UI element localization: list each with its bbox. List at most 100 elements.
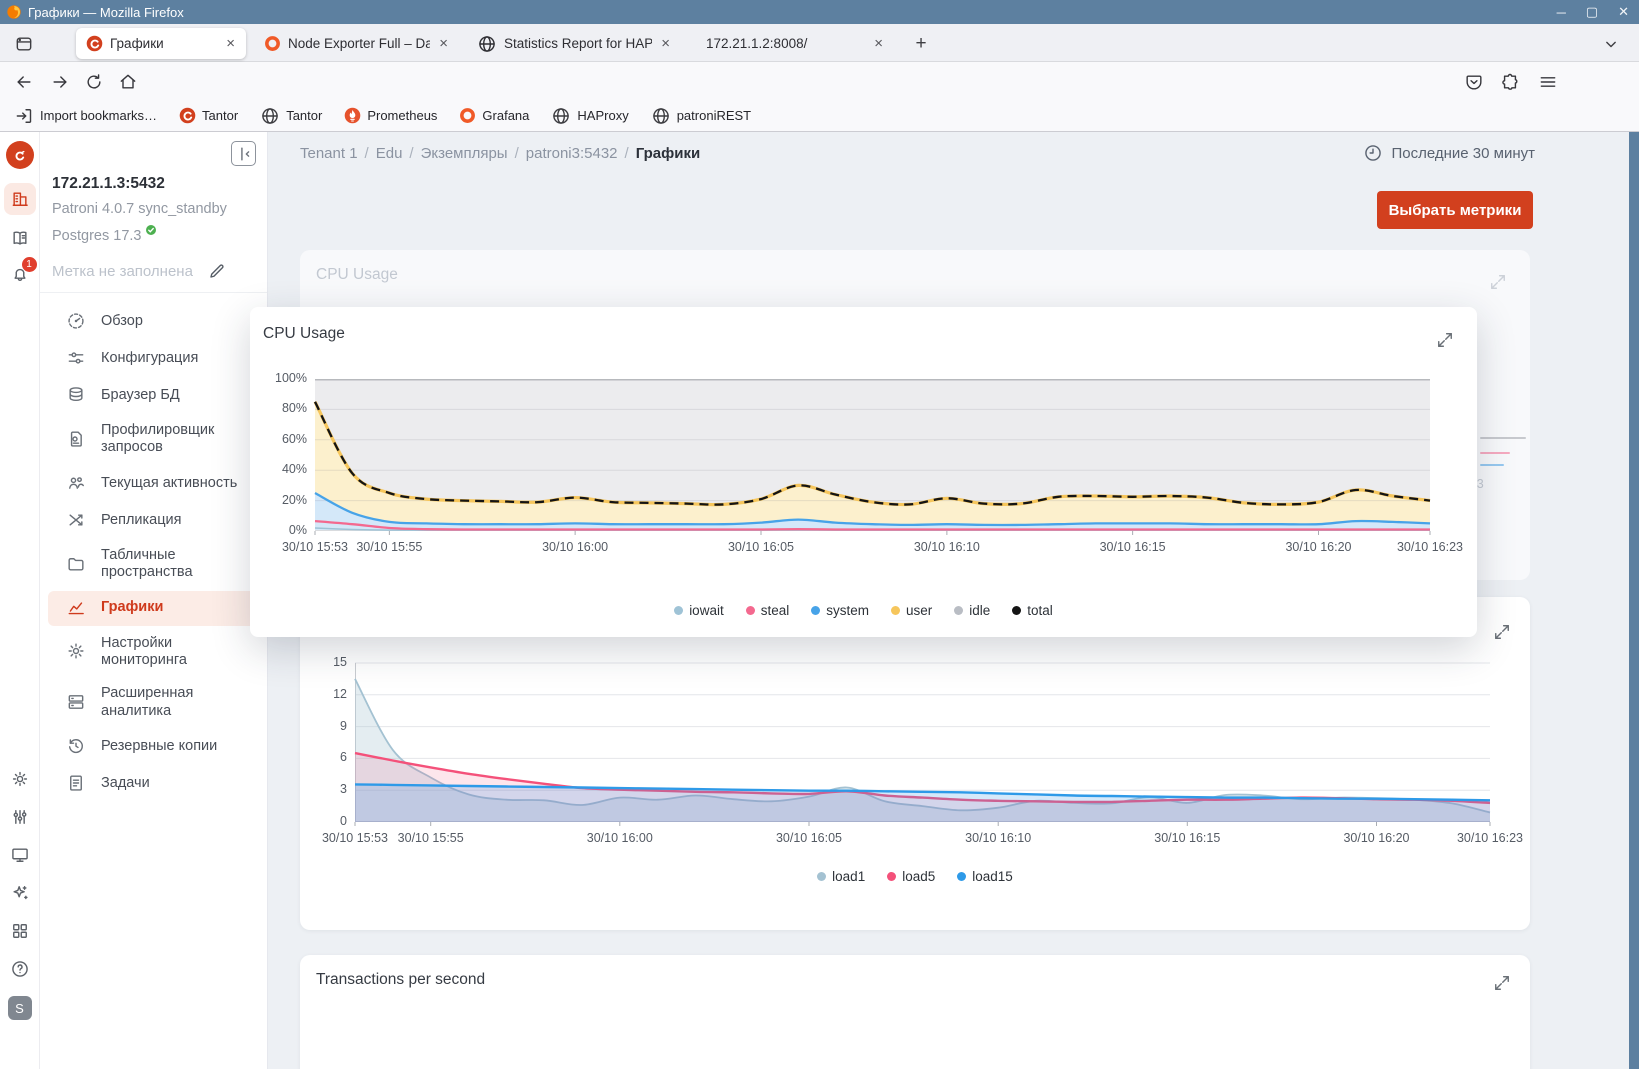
user-avatar[interactable]: S: [8, 996, 32, 1020]
y-axis-label: 20%: [255, 493, 307, 507]
sidebar-item-analytics[interactable]: Расширенная аналитика: [48, 678, 259, 727]
tab-close-button[interactable]: ×: [436, 35, 451, 52]
page-scrollbar[interactable]: [1629, 132, 1639, 1069]
tab-close-button[interactable]: ×: [223, 35, 238, 52]
bookmark-item[interactable]: Tantor: [179, 107, 238, 124]
sidebar-item-monitoring[interactable]: Настройки мониторинга: [48, 628, 259, 677]
sidebar-item-config[interactable]: Конфигурация: [48, 341, 259, 376]
firefox-view-button[interactable]: [10, 31, 38, 57]
bookmark-item[interactable]: Prometheus: [344, 107, 437, 124]
sidebar-item-database[interactable]: Браузер БД: [48, 378, 259, 413]
instance-label-placeholder: Метка не заполнена: [52, 263, 193, 280]
expand-icon[interactable]: [1492, 622, 1511, 641]
bell-icon[interactable]: 1: [10, 264, 30, 284]
load-average-chart[interactable]: [355, 663, 1490, 822]
breadcrumb-item[interactable]: Графики: [636, 145, 701, 162]
extensions-puzzle-icon[interactable]: [1497, 69, 1523, 95]
sidebar-item-activity[interactable]: Текущая активность: [48, 466, 259, 501]
legend-item-load1[interactable]: load1: [817, 869, 865, 884]
breadcrumb-item[interactable]: Экземпляры: [421, 145, 508, 162]
x-axis-label: 30/10 16:05: [776, 831, 842, 845]
book-icon[interactable]: [10, 228, 30, 248]
building-icon[interactable]: [4, 183, 36, 215]
cpu-usage-chart[interactable]: [315, 379, 1430, 531]
bookmark-item[interactable]: Import bookmarks…: [14, 106, 157, 126]
legend-dot: [891, 606, 900, 615]
sidebar-item-tablespace[interactable]: Табличные пространства: [48, 540, 259, 589]
sidebar-item-overview[interactable]: Обзор: [48, 304, 259, 339]
tab-strip: Графики× Node Exporter Full – Dash× Statis…: [0, 24, 1639, 62]
tantor-logo-icon[interactable]: [6, 141, 34, 169]
bookmark-label: Prometheus: [367, 108, 437, 123]
expand-icon[interactable]: [1488, 272, 1507, 291]
legend-item-user[interactable]: user: [891, 603, 932, 618]
sidebar-item-label: Задачи: [101, 775, 150, 792]
monitor-icon[interactable]: [10, 845, 30, 865]
tab-close-button[interactable]: ×: [871, 35, 886, 52]
sparkles-icon[interactable]: [10, 883, 30, 903]
menu-hamburger-icon[interactable]: [1535, 69, 1561, 95]
x-axis-label: 30/10 15:53: [282, 540, 348, 554]
x-axis-label: 30/10 15:53: [322, 831, 388, 845]
breadcrumb-item[interactable]: patroni3:5432: [526, 145, 618, 162]
time-range-selector[interactable]: Последние 30 минут: [1363, 143, 1535, 163]
new-tab-button[interactable]: +: [908, 31, 934, 57]
gear-icon[interactable]: [10, 769, 30, 789]
home-button[interactable]: [115, 69, 141, 95]
legend-item-iowait[interactable]: iowait: [674, 603, 724, 618]
bookmark-item[interactable]: Tantor: [260, 106, 322, 126]
breadcrumb-separator: /: [515, 145, 519, 162]
legend-item-idle[interactable]: idle: [954, 603, 990, 618]
sliders-v-icon[interactable]: [10, 807, 30, 827]
breadcrumb-separator: /: [365, 145, 369, 162]
browser-tab[interactable]: Statistics Report for HAPro ×: [467, 28, 681, 59]
expand-icon[interactable]: [1492, 973, 1511, 992]
sidebar: 172.21.1.3:5432 Patroni 4.0.7 sync_stand…: [40, 132, 268, 1069]
legend-item-steal[interactable]: steal: [746, 603, 790, 618]
bookmark-item[interactable]: Grafana: [459, 107, 529, 124]
cpu-usage-popup: CPU Usage 0%20%40%60%80%100% 30/10 15:53…: [250, 307, 1477, 637]
tab-label: Statistics Report for HAPro: [504, 36, 652, 51]
browser-tab[interactable]: Node Exporter Full – Dash×: [254, 28, 459, 59]
load-legend: load1 load5 load15: [300, 869, 1530, 884]
y-axis-label: 6: [295, 750, 347, 764]
help-icon[interactable]: [10, 959, 30, 979]
legend-dot: [954, 606, 963, 615]
bookmark-item[interactable]: HAProxy: [551, 106, 628, 126]
breadcrumb-item[interactable]: Edu: [376, 145, 403, 162]
back-button[interactable]: [11, 69, 37, 95]
minimize-button[interactable]: ─: [1557, 5, 1566, 20]
close-button[interactable]: ✕: [1618, 4, 1629, 20]
sidebar-collapse-button[interactable]: [231, 141, 256, 166]
browser-tab[interactable]: 172.21.1.2:8008/×: [689, 28, 894, 59]
grid-icon[interactable]: [10, 921, 30, 941]
forward-button[interactable]: [47, 69, 73, 95]
reload-button[interactable]: [81, 69, 107, 95]
sidebar-item-tasks[interactable]: Задачи: [48, 766, 259, 801]
pocket-icon[interactable]: [1461, 69, 1487, 95]
card-title: CPU Usage: [316, 266, 398, 284]
legend-item-system[interactable]: system: [811, 603, 869, 618]
breadcrumb-item[interactable]: Tenant 1: [300, 145, 358, 162]
sidebar-item-backup[interactable]: Резервные копии: [48, 729, 259, 764]
building-icon: [4, 183, 36, 215]
expand-icon[interactable]: [1435, 330, 1454, 349]
legend-label: iowait: [689, 603, 724, 618]
y-axis-label: 0: [295, 814, 347, 828]
browser-tab[interactable]: Графики×: [76, 28, 246, 59]
sidebar-item-replication[interactable]: Репликация: [48, 503, 259, 538]
legend-item-load15[interactable]: load15: [957, 869, 1013, 884]
edit-pencil-icon[interactable]: [207, 261, 227, 281]
grafana-icon: [264, 35, 281, 52]
sidebar-item-charts[interactable]: Графики: [48, 591, 259, 626]
tab-close-button[interactable]: ×: [658, 35, 673, 52]
sidebar-item-profiler[interactable]: Профилировщик запросов: [48, 415, 259, 464]
maximize-button[interactable]: ▢: [1586, 4, 1598, 20]
bookmark-item[interactable]: patroniREST: [651, 106, 751, 126]
select-metrics-button[interactable]: Выбрать метрики: [1377, 191, 1533, 229]
clock-icon: [1363, 143, 1383, 163]
legend-item-load5[interactable]: load5: [887, 869, 935, 884]
list-all-tabs-icon[interactable]: [1601, 34, 1621, 54]
legend-item-total[interactable]: total: [1012, 603, 1053, 618]
sidebar-item-label: Графики: [101, 599, 163, 616]
